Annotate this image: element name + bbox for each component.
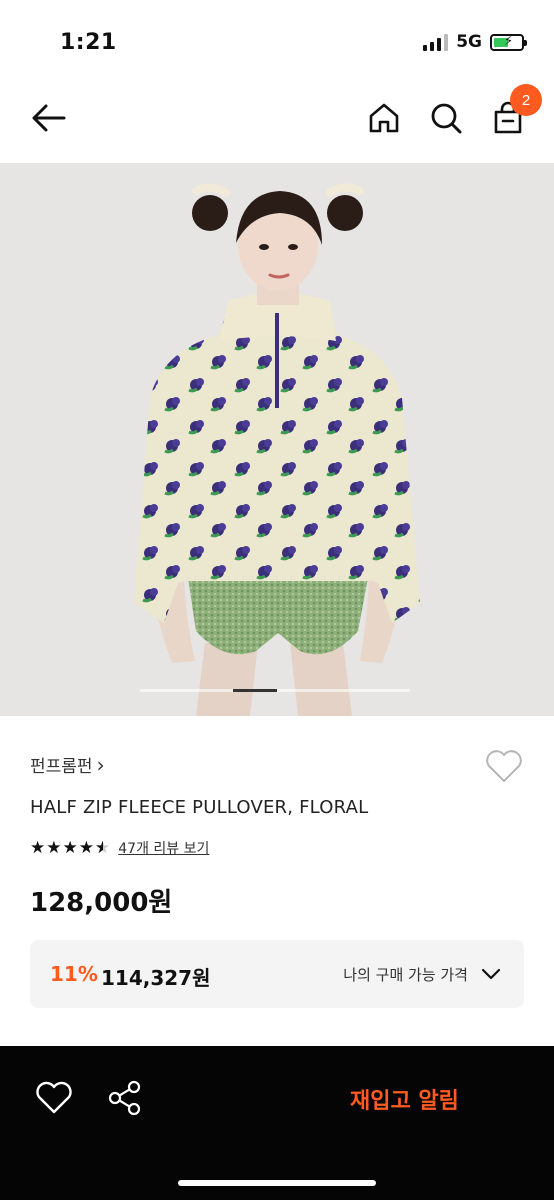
star-icon: ★ (78, 838, 94, 858)
wishlist-button[interactable] (484, 748, 524, 784)
bottom-action-bar: 재입고 알림 (0, 1046, 554, 1200)
heart-icon (36, 1081, 72, 1114)
half-star-icon: ★★ (95, 838, 111, 858)
share-icon (108, 1080, 141, 1116)
heart-icon (486, 750, 522, 782)
status-indicators: 5G ⚡ (423, 32, 527, 52)
star-icon: ★ (30, 838, 46, 858)
star-icon: ★ (46, 838, 62, 858)
cart-button[interactable]: 2 (488, 84, 542, 138)
rating-row: ★ ★ ★ ★ ★★ 47개 리뷰 보기 (30, 838, 209, 858)
share-button[interactable] (105, 1078, 145, 1118)
discount-rate: 11% (50, 962, 98, 986)
bottom-wishlist-button[interactable] (34, 1080, 74, 1116)
signal-icon (423, 33, 449, 51)
restock-alert-button[interactable]: 재입고 알림 (350, 1082, 520, 1116)
product-price: 128,000원 (30, 888, 173, 918)
status-bar: 1:21 5G ⚡ (0, 0, 554, 80)
review-link[interactable]: 47개 리뷰 보기 (118, 838, 209, 858)
product-image-carousel[interactable] (0, 163, 554, 716)
home-icon (369, 103, 399, 133)
arrow-left-icon (32, 104, 66, 132)
home-button[interactable] (364, 98, 404, 138)
product-photo (0, 163, 554, 716)
chevron-right-icon: › (96, 752, 105, 777)
star-rating: ★ ★ ★ ★ ★★ (30, 838, 110, 858)
back-button[interactable] (26, 98, 70, 138)
discounted-price: 114,327원 (101, 966, 211, 990)
product-name: HALF ZIP FLEECE PULLOVER, FLORAL (30, 797, 369, 818)
chevron-down-icon (481, 968, 501, 980)
battery-icon: ⚡ (490, 33, 527, 51)
my-price-label: 나의 구매 가능 가격 (343, 966, 468, 984)
brand-name: 펀프롬펀 (30, 757, 93, 777)
network-type: 5G (456, 32, 482, 52)
carousel-indicator (140, 689, 410, 692)
search-icon (431, 103, 462, 134)
status-time: 1:21 (60, 30, 117, 55)
carousel-indicator-active (233, 689, 277, 692)
star-icon: ★ (62, 838, 78, 858)
cart-count-badge: 2 (510, 84, 542, 116)
brand-link[interactable]: 펀프롬펀 › (30, 752, 105, 778)
search-button[interactable] (426, 98, 466, 138)
my-price-dropdown[interactable]: 11% 114,327원 나의 구매 가능 가격 (30, 940, 524, 1008)
nav-bar: 2 (0, 80, 554, 162)
home-indicator (178, 1180, 376, 1186)
